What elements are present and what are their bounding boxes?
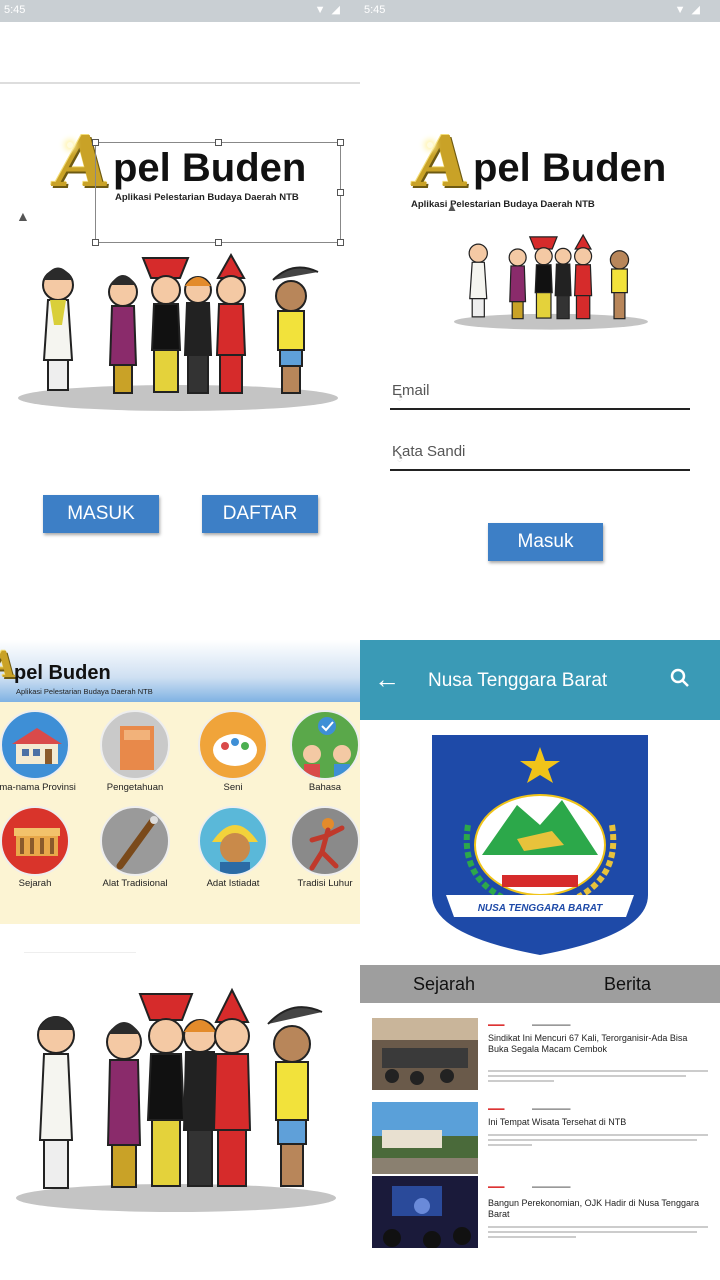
dance-icon	[290, 806, 360, 876]
news-date-marker: ▬▬▬▬▬▬▬	[532, 1184, 571, 1190]
category-nama-provinsi[interactable]: ama-nama Provinsi	[0, 702, 80, 808]
app-logo: A pel Buden Aplikasi Pelestarian Budaya …	[409, 120, 715, 220]
category-seni[interactable]: Seni	[188, 702, 278, 808]
people-talk-icon	[290, 710, 360, 780]
menu-screen: A pel Buden Aplikasi Pelestarian Budaya …	[0, 640, 360, 1280]
logo-tagline: Aplikasi Pelestarian Budaya Daerah NTB	[411, 199, 595, 210]
status-bar: 5:45 ▼◢	[360, 0, 720, 22]
app-logo: A pel Buden Aplikasi Pelestarian Budaya …	[0, 644, 228, 704]
news-item[interactable]: ▬▬▬ ▬▬▬▬▬▬▬ Sindikat Ini Mencuri 67 Kali…	[372, 1018, 712, 1094]
category-label: Alat Tradisional	[102, 878, 168, 889]
book-icon	[100, 710, 170, 780]
status-bar: 5:45 ▼◢	[0, 0, 360, 22]
province-screen: ← Nusa Tenggara Barat NUSA TENGGARA BARA…	[360, 640, 720, 1280]
selection-box	[92, 139, 344, 246]
resize-handle[interactable]	[337, 189, 344, 196]
category-alat-tradisional[interactable]: Alat Tradisional	[90, 798, 180, 904]
menu-header: A pel Buden Aplikasi Pelestarian Budaya …	[0, 640, 360, 702]
logo-wordmark: pel Buden	[14, 662, 111, 684]
search-icon: ◔	[396, 451, 404, 465]
logo-wordmark: pel Buden	[473, 146, 667, 190]
masuk-button[interactable]: MASUK	[43, 495, 159, 533]
category-label: Bahasa	[308, 782, 342, 793]
tab-berita[interactable]: Berita	[604, 974, 651, 995]
screenshot-collage: 5:45 ▼◢ A pel Buden Aplikasi Pelestarian…	[0, 0, 720, 1280]
news-source-marker: ▬▬▬	[488, 1022, 505, 1028]
login-submit-button[interactable]: Masuk	[488, 523, 603, 561]
status-icons: ▼◢	[674, 4, 706, 16]
password-field[interactable]: Kata Sandi ◔	[390, 441, 690, 471]
resize-handle[interactable]	[215, 139, 222, 146]
category-tradisi-luhur[interactable]: Tradisi Luhur	[280, 798, 360, 904]
culture-figures-illustration	[454, 233, 648, 330]
culture-figures-illustration	[18, 252, 338, 411]
news-source-marker: ▬▬▬	[488, 1184, 505, 1190]
tab-sejarah[interactable]: Sejarah	[413, 974, 475, 995]
logo-sparkle	[427, 142, 433, 148]
category-label: ama-nama Provinsi	[0, 782, 76, 793]
warning-icon: ▲	[16, 208, 30, 224]
news-thumbnail	[372, 1102, 478, 1174]
news-headline: Sindikat Ini Mencuri 67 Kali, Terorganis…	[488, 1033, 688, 1054]
palette-icon	[198, 710, 268, 780]
culture-figures-illustration	[16, 987, 336, 1212]
logo-sparkle	[67, 142, 73, 148]
app-bar: ← Nusa Tenggara Barat	[360, 640, 720, 720]
category-bahasa[interactable]: Bahasa	[280, 702, 360, 808]
resize-handle[interactable]	[92, 239, 99, 246]
category-label: Pengetahuan	[106, 782, 164, 793]
news-date-marker: ▬▬▬▬▬▬▬	[532, 1022, 571, 1028]
tribal-person-icon	[198, 806, 268, 876]
resize-handle[interactable]	[215, 239, 222, 246]
status-icons: ▼◢	[314, 4, 346, 16]
warning-icon: ▲	[446, 200, 458, 214]
news-thumbnail	[372, 1018, 478, 1090]
category-pengetahuan[interactable]: Pengetahuan	[90, 702, 180, 808]
house-icon	[0, 710, 70, 780]
status-time: 5:45	[364, 4, 386, 16]
monument-icon	[0, 806, 70, 876]
resize-handle[interactable]	[92, 139, 99, 146]
logo-initial: A	[409, 120, 476, 203]
category-label: Sejarah	[18, 878, 52, 889]
traditional-tool-icon	[100, 806, 170, 876]
news-excerpt-lines	[488, 1070, 708, 1082]
news-thumbnail	[372, 1176, 478, 1248]
news-item[interactable]: ▬▬▬ ▬▬▬▬▬▬▬ Bangun Perekonomian, OJK Had…	[372, 1176, 712, 1252]
status-time: 5:45	[4, 4, 26, 16]
category-grid: ama-nama Provinsi Pengetahuan Seni Bahas…	[0, 702, 360, 924]
news-item[interactable]: ▬▬▬ ▬▬▬▬▬▬▬ Ini Tempat Wisata Tersehat d…	[372, 1102, 712, 1178]
login-screen: 5:45 ▼◢ A pel Buden Aplikasi Pelestarian…	[360, 0, 720, 640]
province-emblem: NUSA TENGGARA BARAT	[432, 735, 648, 955]
news-headline: Ini Tempat Wisata Tersehat di NTB	[488, 1117, 627, 1127]
divider	[24, 952, 136, 953]
news-excerpt-lines	[488, 1134, 708, 1146]
tab-bar: Sejarah Berita	[360, 965, 720, 1003]
landing-screen: 5:45 ▼◢ A pel Buden Aplikasi Pelestarian…	[0, 0, 360, 640]
divider	[0, 82, 360, 84]
daftar-button[interactable]: DAFTAR	[202, 495, 318, 533]
category-sejarah[interactable]: Sejarah	[0, 798, 80, 904]
news-excerpt-lines	[488, 1226, 708, 1238]
news-headline: Bangun Perekonomian, OJK Hadir di Nusa T…	[488, 1198, 699, 1219]
search-icon: ◔	[396, 390, 404, 404]
search-icon[interactable]	[670, 668, 690, 694]
news-date-marker: ▬▬▬▬▬▬▬	[532, 1106, 571, 1112]
email-field[interactable]: Email ◔	[390, 380, 690, 410]
back-arrow-icon[interactable]: ←	[374, 664, 400, 695]
resize-handle[interactable]	[337, 239, 344, 246]
emblem-banner-text: NUSA TENGGARA BARAT	[478, 903, 604, 914]
logo-tagline: Aplikasi Pelestarian Budaya Daerah NTB	[16, 687, 153, 696]
resize-handle[interactable]	[337, 139, 344, 146]
category-label: Tradisi Luhur	[297, 878, 353, 889]
category-adat-istiadat[interactable]: Adat Istiadat	[188, 798, 278, 904]
news-source-marker: ▬▬▬	[488, 1106, 505, 1112]
page-title: Nusa Tenggara Barat	[428, 670, 608, 691]
